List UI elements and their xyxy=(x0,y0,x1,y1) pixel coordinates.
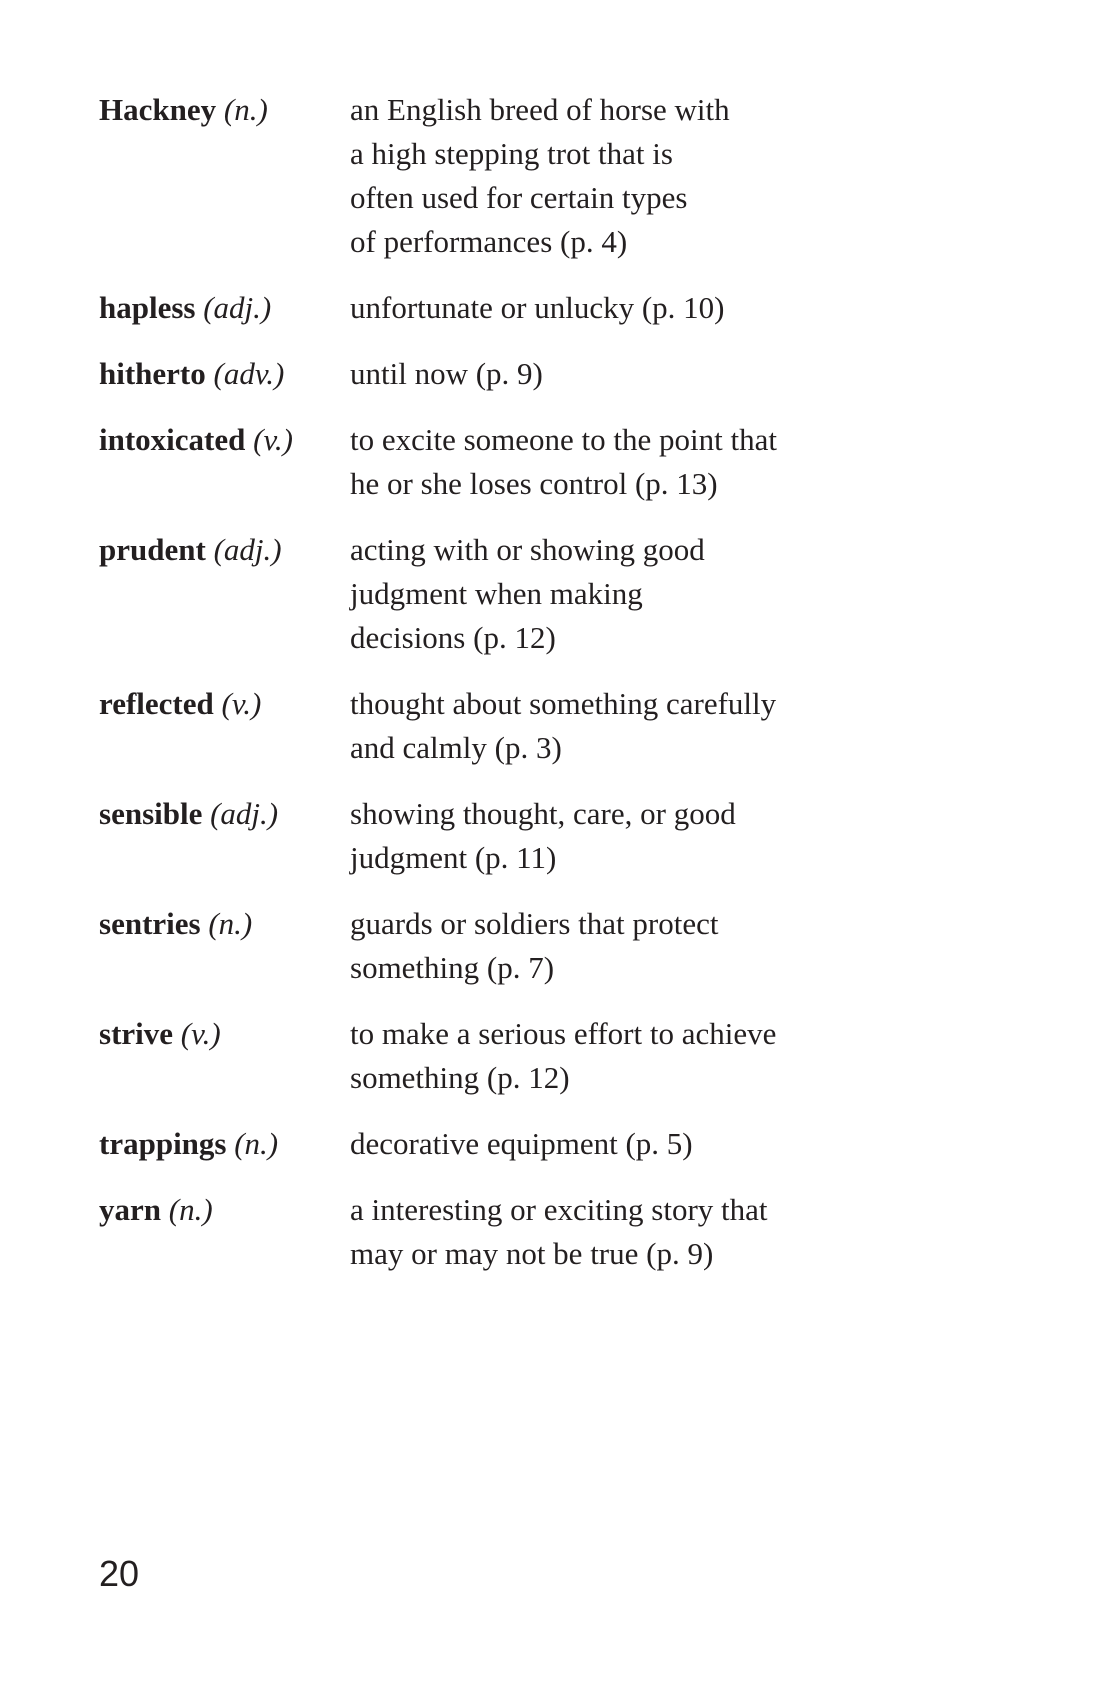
part-of-speech: (adj.) xyxy=(203,290,272,325)
definition-line: to make a serious effort to achieve xyxy=(350,1016,777,1051)
page-number: 20 xyxy=(99,1553,140,1594)
glossary-definition: guards or soldiers that protect something… xyxy=(350,902,895,990)
definition-line: may or may not be true (p. 9) xyxy=(350,1236,714,1271)
glossary-term: sentries (n.) xyxy=(99,902,350,946)
definition-line: something (p. 12) xyxy=(350,1060,570,1095)
definition-line: guards or soldiers that protect xyxy=(350,906,719,941)
definition-line: often used for certain types xyxy=(350,180,688,215)
glossary-term: sensible (adj.) xyxy=(99,792,350,836)
part-of-speech: (n.) xyxy=(234,1126,279,1161)
term-word: reflected xyxy=(99,686,214,721)
glossary-entry: sensible (adj.) showing thought, care, or… xyxy=(99,792,919,880)
definition-line: thought about something carefully xyxy=(350,686,777,721)
glossary-term: trappings (n.) xyxy=(99,1122,350,1166)
part-of-speech: (adv.) xyxy=(213,356,285,391)
glossary-term: hitherto (adv.) xyxy=(99,352,350,396)
glossary-entry: intoxicated (v.) to excite someone to the… xyxy=(99,418,919,506)
part-of-speech: (v.) xyxy=(253,422,293,457)
glossary-term: strive (v.) xyxy=(99,1012,350,1056)
term-word: hitherto xyxy=(99,356,206,391)
term-word: sensible xyxy=(99,796,203,831)
term-word: intoxicated xyxy=(99,422,246,457)
definition-line: a high stepping trot that is xyxy=(350,136,673,171)
definition-line: judgment when making xyxy=(350,576,643,611)
term-word: trappings xyxy=(99,1126,227,1161)
glossary-term: reflected (v.) xyxy=(99,682,350,726)
definition-line: showing thought, care, or good xyxy=(350,796,736,831)
glossary-term: Hackney (n.) xyxy=(99,88,350,132)
term-word: strive xyxy=(99,1016,174,1051)
part-of-speech: (n.) xyxy=(223,92,268,127)
part-of-speech: (adj.) xyxy=(210,796,279,831)
part-of-speech: (adj.) xyxy=(213,532,282,567)
glossary-entry: strive (v.) to make a serious effort to a… xyxy=(99,1012,919,1100)
glossary-entry: sentries (n.) guards or soldiers that pro… xyxy=(99,902,919,990)
glossary-term: prudent (adj.) xyxy=(99,528,350,572)
term-word: sentries xyxy=(99,906,201,941)
part-of-speech: (v.) xyxy=(221,686,262,721)
part-of-speech: (n.) xyxy=(168,1192,213,1227)
definition-line: he or she loses control (p. 13) xyxy=(350,466,718,501)
glossary-definition: thought about something carefully and cal… xyxy=(350,682,895,770)
glossary-entry: prudent (adj.) acting with or showing goo… xyxy=(99,528,919,660)
term-word: yarn xyxy=(99,1192,161,1227)
glossary-list: Hackney (n.) an English breed of horse wi… xyxy=(99,88,919,1298)
definition-line: judgment (p. 11) xyxy=(350,840,557,875)
glossary-definition: an English breed of horse with a high ste… xyxy=(350,88,895,264)
definition-line: unfortunate or unlucky (p. 10) xyxy=(350,290,725,325)
definition-line: decorative equipment (p. 5) xyxy=(350,1126,693,1161)
glossary-entry: yarn (n.) a interesting or exciting story… xyxy=(99,1188,919,1276)
glossary-definition: until now (p. 9) xyxy=(350,352,895,396)
term-word: Hackney xyxy=(99,92,217,127)
part-of-speech: (n.) xyxy=(208,906,253,941)
glossary-definition: showing thought, care, or good judgment (… xyxy=(350,792,895,880)
definition-line: decisions (p. 12) xyxy=(350,620,556,655)
glossary-definition: a interesting or exciting story that may … xyxy=(350,1188,895,1276)
glossary-term: intoxicated (v.) xyxy=(99,418,350,462)
glossary-entry: Hackney (n.) an English breed of horse wi… xyxy=(99,88,919,264)
glossary-entry: hitherto (adv.) until now (p. 9) xyxy=(99,352,919,396)
glossary-term: yarn (n.) xyxy=(99,1188,350,1232)
glossary-term: hapless (adj.) xyxy=(99,286,350,330)
glossary-definition: decorative equipment (p. 5) xyxy=(350,1122,895,1166)
definition-line: something (p. 7) xyxy=(350,950,555,985)
glossary-definition: to make a serious effort to achieve somet… xyxy=(350,1012,895,1100)
definition-line: acting with or showing good xyxy=(350,532,705,567)
glossary-entry: hapless (adj.) unfortunate or unlucky (p.… xyxy=(99,286,919,330)
glossary-definition: unfortunate or unlucky (p. 10) xyxy=(350,286,895,330)
glossary-definition: to excite someone to the point that he or… xyxy=(350,418,895,506)
term-word: prudent xyxy=(99,532,206,567)
definition-line: a interesting or exciting story that xyxy=(350,1192,768,1227)
definition-line: to excite someone to the point that xyxy=(350,422,778,457)
definition-line: until now (p. 9) xyxy=(350,356,543,391)
term-word: hapless xyxy=(99,290,196,325)
glossary-definition: acting with or showing good judgment when… xyxy=(350,528,895,660)
definition-line: an English breed of horse with xyxy=(350,92,730,127)
part-of-speech: (v.) xyxy=(180,1016,221,1051)
definition-line: of performances (p. 4) xyxy=(350,224,628,259)
glossary-entry: reflected (v.) thought about something ca… xyxy=(99,682,919,770)
glossary-entry: trappings (n.) decorative equipment (p. 5… xyxy=(99,1122,919,1166)
definition-line: and calmly (p. 3) xyxy=(350,730,562,765)
